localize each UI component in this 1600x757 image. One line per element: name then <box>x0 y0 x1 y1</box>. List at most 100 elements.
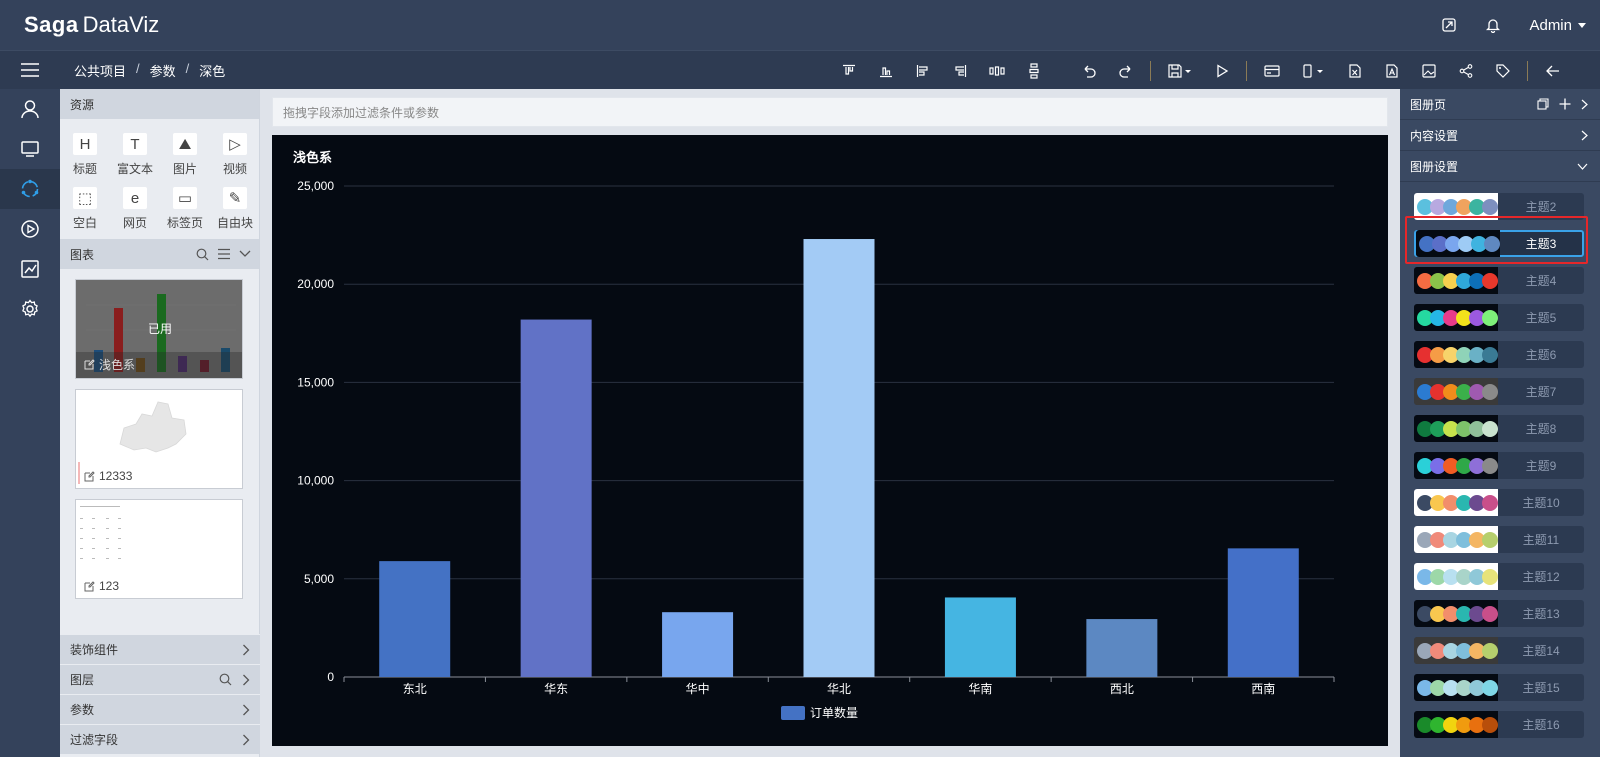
chevron-right-icon <box>1581 130 1588 140</box>
chart-thumbnail[interactable]: 已用 浅色系 <box>75 279 243 379</box>
resource-label: 标题 <box>72 162 97 176</box>
filter-drop-zone[interactable]: 拖拽字段添加过滤条件或参数 <box>272 97 1388 127</box>
theme-option[interactable]: 主题12 <box>1414 563 1584 590</box>
save-dropdown-icon[interactable] <box>1157 51 1203 90</box>
content-settings-label: 内容设置 <box>1410 128 1459 143</box>
chevron-down-icon[interactable] <box>239 250 251 258</box>
theme-option[interactable]: 主题9 <box>1414 452 1584 479</box>
album-settings-row[interactable]: 图册设置 <box>1400 151 1600 182</box>
editor-toolbar: 公共项目 / 参数 / 深色 <box>0 50 1600 89</box>
resource-item[interactable]: T 富文本 <box>110 129 160 183</box>
album-page-header[interactable]: 图册页 <box>1400 89 1600 120</box>
distribute-horizontal-icon[interactable] <box>978 51 1015 90</box>
monitor-icon[interactable] <box>0 129 60 169</box>
menu-toggle-icon[interactable] <box>0 51 60 90</box>
align-top-icon[interactable] <box>830 51 867 90</box>
resources-title: 资源 <box>70 97 95 112</box>
theme-option[interactable]: 主题11 <box>1414 526 1584 553</box>
theme-option[interactable]: 主题8 <box>1414 415 1584 442</box>
layers-section[interactable]: 图层 <box>60 664 260 694</box>
album-settings-label: 图册设置 <box>1410 159 1459 174</box>
legend-swatch <box>781 706 805 720</box>
content-settings-row[interactable]: 内容设置 <box>1400 120 1600 151</box>
chart-canvas[interactable]: 浅色系 0 5,000 10,000 15,000 20,000 25,000 东北 华东 华中… <box>272 135 1388 746</box>
settings-gear-icon[interactable] <box>0 289 60 329</box>
export-excel-icon[interactable] <box>1336 51 1373 90</box>
share-icon[interactable] <box>1447 51 1484 90</box>
theme-option[interactable]: 主题3 <box>1414 230 1584 257</box>
bell-icon[interactable] <box>1471 0 1515 50</box>
back-arrow-icon[interactable] <box>1534 51 1571 90</box>
theme-option[interactable]: 主题6 <box>1414 341 1584 368</box>
list-icon[interactable] <box>217 248 231 260</box>
filter-fields-section[interactable]: 过滤字段 <box>60 724 260 754</box>
search-icon[interactable] <box>196 248 209 261</box>
theme-option[interactable]: 主题2 <box>1414 193 1584 220</box>
fullscreen-icon[interactable] <box>1427 0 1471 50</box>
x-tick-label: 华东 <box>544 682 568 696</box>
theme-label: 主题2 <box>1525 200 1557 214</box>
logo[interactable]: Saga DataViz <box>24 12 159 38</box>
copy-page-icon[interactable] <box>1537 98 1549 110</box>
color-dot <box>1482 605 1498 622</box>
thumbnail-name: 123 <box>84 579 119 593</box>
color-dot <box>1482 272 1498 289</box>
x-tick-label: 华北 <box>827 682 851 696</box>
resource-label: 标签页 <box>166 216 203 230</box>
align-right-icon[interactable] <box>941 51 978 90</box>
redo-icon[interactable] <box>1107 51 1144 90</box>
undo-icon[interactable] <box>1070 51 1107 90</box>
decor-components-section[interactable]: 装饰组件 <box>60 634 260 664</box>
edit-icon[interactable] <box>84 359 95 370</box>
align-left-icon[interactable] <box>904 51 941 90</box>
align-bottom-icon[interactable] <box>867 51 904 90</box>
thumbnail-label: 12333 <box>99 469 133 483</box>
theme-option[interactable]: 主题15 <box>1414 674 1584 701</box>
chart-thumbnail[interactable]: 123 <box>75 499 243 599</box>
color-dot <box>1482 420 1498 437</box>
theme-option[interactable]: 主题14 <box>1414 637 1584 664</box>
resource-label: 网页 <box>122 216 147 230</box>
album-icon[interactable] <box>0 169 60 209</box>
user-name: Admin <box>1529 16 1572 34</box>
resource-item[interactable]: ▷ 视频 <box>210 129 260 183</box>
chevron-right-icon <box>243 644 250 655</box>
theme-option[interactable]: 主题10 <box>1414 489 1584 516</box>
edit-icon[interactable] <box>84 580 95 592</box>
chevron-right-icon[interactable] <box>1581 99 1588 110</box>
user-menu[interactable]: Admin <box>1529 17 1586 34</box>
color-dot <box>1482 531 1498 548</box>
theme-option[interactable]: 主题4 <box>1414 267 1584 294</box>
resource-item[interactable]: ✎ 自由块 <box>210 183 260 237</box>
theme-label: 主题12 <box>1522 570 1560 584</box>
resource-item[interactable]: e 网页 <box>110 183 160 237</box>
distribute-vertical-icon[interactable] <box>1015 51 1052 90</box>
breadcrumb-item[interactable]: 公共项目 <box>74 61 126 80</box>
resource-item[interactable]: H 标题 <box>60 129 110 183</box>
add-icon[interactable] <box>1559 98 1571 110</box>
edit-icon[interactable] <box>84 470 95 482</box>
params-section[interactable]: 参数 <box>60 694 260 724</box>
line-chart-icon[interactable] <box>0 249 60 289</box>
device-dropdown-icon[interactable] <box>1290 51 1336 90</box>
resource-item[interactable]: ▭ 标签页 <box>160 183 210 237</box>
user-icon[interactable] <box>0 89 60 129</box>
theme-option[interactable]: 主题7 <box>1414 378 1584 405</box>
export-image-icon[interactable] <box>1410 51 1447 90</box>
theme-option[interactable]: 主题5 <box>1414 304 1584 331</box>
resource-item[interactable]: ⛰ 图片 <box>160 129 210 183</box>
theme-option[interactable]: 主题16 <box>1414 711 1584 738</box>
search-icon[interactable] <box>219 673 232 686</box>
color-dot <box>1482 568 1498 585</box>
theme-option[interactable]: 主题13 <box>1414 600 1584 627</box>
preview-icon[interactable] <box>1203 51 1240 90</box>
resources-header: 资源 <box>60 89 259 119</box>
tag-icon[interactable] <box>1484 51 1521 90</box>
card-icon[interactable] <box>1253 51 1290 90</box>
export-pdf-icon[interactable] <box>1373 51 1410 90</box>
chart-thumbnail[interactable]: 12333 <box>75 389 243 489</box>
play-circle-icon[interactable] <box>0 209 60 249</box>
used-badge: 已用 <box>147 322 172 336</box>
resource-item[interactable]: ⬚ 空白 <box>60 183 110 237</box>
breadcrumb-item[interactable]: 参数 <box>150 61 176 80</box>
